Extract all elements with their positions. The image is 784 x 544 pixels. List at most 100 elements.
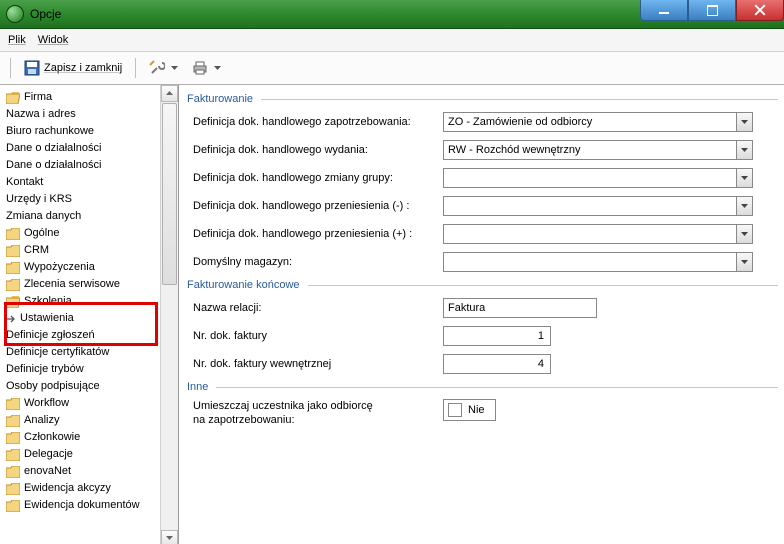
tree-label: Ewidencja dokumentów — [24, 497, 140, 514]
minimize-icon — [659, 12, 669, 14]
tree-label: Dane o działalności — [6, 140, 101, 157]
scroll-down-button[interactable] — [161, 530, 178, 544]
tree-label: Ewidencja akcyzy — [24, 480, 111, 497]
chevron-down-icon — [741, 259, 748, 266]
tree-label: Zmiana danych — [6, 208, 81, 225]
save-close-button[interactable]: Zapisz i zamknij — [19, 55, 127, 81]
tree-folder-ogolne[interactable]: Ogólne — [4, 225, 178, 242]
umieszczaj-toggle[interactable]: Nie — [443, 399, 496, 421]
group-title: Fakturowanie końcowe — [187, 279, 300, 291]
checkbox-icon — [448, 403, 462, 417]
chevron-down-icon — [741, 231, 748, 238]
tree-label: Szkolenia — [24, 293, 72, 310]
menu-file[interactable]: Plik — [8, 34, 26, 46]
tree-item-ustawienia[interactable]: Ustawienia — [4, 310, 178, 327]
close-button[interactable] — [736, 0, 784, 21]
tree-item[interactable]: Zmiana danych — [4, 208, 178, 225]
def-zmiany-select[interactable] — [443, 168, 753, 188]
def-przen-minus-select[interactable] — [443, 196, 753, 216]
folder-icon — [6, 245, 20, 257]
select-value: ZO - Zamówienie od odbiorcy — [443, 112, 736, 132]
group-inne: Inne — [187, 381, 778, 393]
tree-item[interactable]: Kontakt — [4, 174, 178, 191]
tree-label: Zlecenia serwisowe — [24, 276, 120, 293]
tree-label: Ustawienia — [20, 310, 74, 327]
print-button[interactable] — [187, 55, 226, 81]
chevron-down-icon — [741, 119, 748, 126]
folder-icon — [6, 483, 20, 495]
dropdown-caret[interactable] — [736, 196, 753, 216]
tree-folder-ewid-dok[interactable]: Ewidencja dokumentów — [4, 497, 178, 514]
maximize-button[interactable] — [688, 0, 736, 21]
chevron-down-icon — [741, 203, 748, 210]
tree-folder-analizy[interactable]: Analizy — [4, 412, 178, 429]
tree-folder-wypozyczenia[interactable]: Wypożyczenia — [4, 259, 178, 276]
chevron-down-icon — [166, 535, 173, 542]
tree-label: Analizy — [24, 412, 59, 429]
tree-item[interactable]: Osoby podpisujące — [4, 378, 178, 395]
folder-icon — [6, 466, 20, 478]
select-value — [443, 168, 736, 188]
minimize-button[interactable] — [640, 0, 688, 21]
toolbar-separator — [10, 58, 11, 78]
tree-folder-crm[interactable]: CRM — [4, 242, 178, 259]
nr-faktury-input[interactable] — [443, 326, 551, 346]
tree-item[interactable]: Nazwa i adres — [4, 106, 178, 123]
tree-label: Nazwa i adres — [6, 106, 76, 123]
magazyn-select[interactable] — [443, 252, 753, 272]
nr-faktury-wewn-input[interactable] — [443, 354, 551, 374]
tree-folder-czlonkowie[interactable]: Członkowie — [4, 429, 178, 446]
tree-item[interactable]: Dane o działalności — [4, 157, 178, 174]
chevron-down-icon — [741, 147, 748, 154]
tree-item[interactable]: Urzędy i KRS — [4, 191, 178, 208]
tree-label: Osoby podpisujące — [6, 378, 100, 395]
save-icon — [24, 60, 40, 76]
tree-folder-zlecenia[interactable]: Zlecenia serwisowe — [4, 276, 178, 293]
tree-label: Definicje certyfikatów — [6, 344, 109, 361]
tree-scrollbar[interactable] — [160, 85, 178, 544]
tree-item[interactable]: Dane o działalności — [4, 140, 178, 157]
tools-button[interactable] — [144, 55, 183, 81]
tree-label: Dane o działalności — [6, 157, 101, 174]
tree-item[interactable]: Definicje certyfikatów — [4, 344, 178, 361]
def-przen-plus-select[interactable] — [443, 224, 753, 244]
field-label: Definicja dok. handlowego zapotrzebowani… — [187, 116, 443, 128]
tree-folder-firma[interactable]: Firma — [4, 89, 178, 106]
dropdown-caret[interactable] — [736, 140, 753, 160]
folder-icon — [6, 228, 20, 240]
field-label: Definicja dok. handlowego przeniesienia … — [187, 228, 443, 240]
tree-label: Urzędy i KRS — [6, 191, 72, 208]
tree-folder-szkolenia[interactable]: Szkolenia — [4, 293, 178, 310]
tree-label: Delegacje — [24, 446, 73, 463]
select-value — [443, 224, 736, 244]
folder-icon — [6, 415, 20, 427]
chevron-down-icon — [171, 65, 178, 72]
dropdown-caret[interactable] — [736, 224, 753, 244]
arrow-right-icon — [6, 314, 16, 324]
nazwa-relacji-input[interactable] — [443, 298, 597, 318]
tree-item[interactable]: Biuro rachunkowe — [4, 123, 178, 140]
tree-item[interactable]: Definicje zgłoszeń — [4, 327, 178, 344]
tree-label: Workflow — [24, 395, 69, 412]
group-title: Fakturowanie — [187, 93, 253, 105]
tree-folder-ewid-akcyzy[interactable]: Ewidencja akcyzy — [4, 480, 178, 497]
app-icon — [6, 5, 24, 23]
select-value: RW - Rozchód wewnętrzny — [443, 140, 736, 160]
dropdown-caret[interactable] — [736, 168, 753, 188]
menu-view[interactable]: Widok — [38, 34, 69, 46]
def-zapotrz-select[interactable]: ZO - Zamówienie od odbiorcy — [443, 112, 753, 132]
folder-icon — [6, 500, 20, 512]
tree-folder-enovanet[interactable]: enovaNet — [4, 463, 178, 480]
toggle-value: Nie — [468, 404, 485, 416]
def-wydania-select[interactable]: RW - Rozchód wewnętrzny — [443, 140, 753, 160]
chevron-down-icon — [214, 65, 221, 72]
dropdown-caret[interactable] — [736, 252, 753, 272]
dropdown-caret[interactable] — [736, 112, 753, 132]
tree-item[interactable]: Definicje trybów — [4, 361, 178, 378]
scroll-thumb[interactable] — [162, 103, 177, 285]
tree-label: Biuro rachunkowe — [6, 123, 94, 140]
tree-folder-workflow[interactable]: Workflow — [4, 395, 178, 412]
folder-open-icon — [6, 92, 20, 104]
tree-folder-delegacje[interactable]: Delegacje — [4, 446, 178, 463]
scroll-up-button[interactable] — [161, 85, 178, 102]
